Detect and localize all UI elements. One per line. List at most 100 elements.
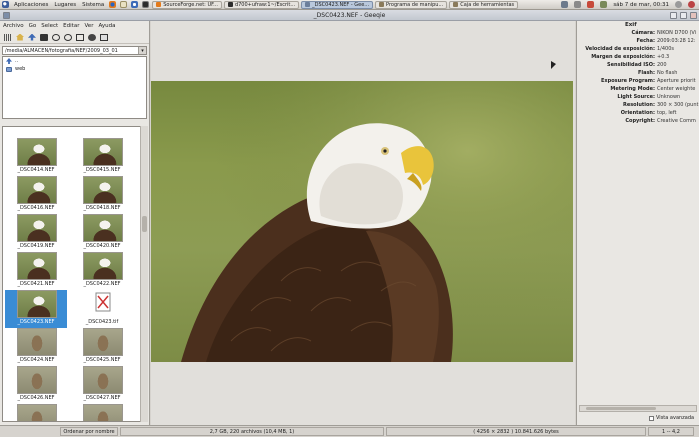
- sort-label: Ordenar por nombre: [63, 429, 115, 435]
- mail-launcher-icon[interactable]: [120, 1, 128, 8]
- thumbnail-item[interactable]: _DSC0428.NEF: [5, 404, 67, 421]
- exif-row: Exposure Program: Aperture priorit: [577, 77, 699, 85]
- status-count-text: 2,7 GB, 220 archivos (10,4 MB, 1): [209, 429, 295, 435]
- thumbnail-item[interactable]: _DSC0425.NEF: [71, 328, 133, 366]
- help-launcher-icon[interactable]: [131, 1, 139, 8]
- thumbnail-item[interactable]: _DSC0429.NEF: [71, 404, 133, 421]
- thumbnail-item[interactable]: _DSC0419.NEF: [5, 214, 67, 252]
- exif-row: Metering Mode: Center weighte: [577, 85, 699, 93]
- vista-avanzada-label: Vista avanzada: [656, 415, 695, 421]
- zoom-in-icon[interactable]: [52, 33, 60, 41]
- scrollbar-thumb[interactable]: [142, 216, 147, 232]
- checkbox-box[interactable]: [649, 415, 654, 421]
- exif-row: Flash: No flash: [577, 69, 699, 77]
- update-icon[interactable]: [587, 1, 595, 8]
- scrollbar-thumb[interactable]: [586, 407, 656, 410]
- thumbnail-label: _DSC0419.NEF: [17, 243, 55, 249]
- dir-item-web[interactable]: web: [3, 65, 146, 73]
- exif-key: Flash:: [637, 70, 655, 76]
- home-icon[interactable]: [16, 33, 24, 41]
- power-icon[interactable]: [600, 1, 608, 8]
- network-icon[interactable]: [561, 1, 569, 8]
- exif-row: Sensibilidad ISO: 200: [577, 61, 699, 69]
- task-toolbox[interactable]: Caja de herramientas: [449, 0, 519, 9]
- path-text: /media/ALMACEN/fotografia/NEF/2009_03_01: [5, 48, 118, 54]
- thumbnail-item[interactable]: _DSC0416.NEF: [5, 176, 67, 214]
- menu-sistema[interactable]: Sistema: [79, 2, 107, 8]
- thumbnail-item[interactable]: _DSC0424.NEF: [5, 328, 67, 366]
- volume-icon[interactable]: [574, 1, 582, 8]
- thumbnail-image: [17, 366, 57, 394]
- zoom-out-icon[interactable]: [64, 33, 72, 41]
- menu-lugares[interactable]: Lugares: [51, 2, 79, 8]
- status-zoom-text: 1 -- 4,2: [662, 429, 680, 435]
- firefox-launcher-icon[interactable]: [109, 1, 117, 8]
- menu-aplicaciones[interactable]: Aplicaciones: [11, 2, 51, 8]
- thumbnail-item[interactable]: _DSC0427.NEF: [71, 366, 133, 404]
- thumbnails-toggle-icon[interactable]: [4, 33, 12, 41]
- main-photo-eagle[interactable]: [151, 81, 573, 362]
- window-titlebar[interactable]: _DSC0423.NEF - Geeqie: [0, 10, 699, 21]
- thumbnail-item[interactable]: _DSC0418.NEF: [71, 176, 133, 214]
- directory-list[interactable]: .. web: [2, 56, 147, 119]
- exif-key: Copyright:: [625, 118, 655, 124]
- gimp-icon: [379, 2, 385, 7]
- thumbnail-image: [83, 176, 123, 204]
- firefox-icon: [156, 2, 162, 7]
- thumbnail-grid[interactable]: _DSC0414.NEF _DSC0415.NEF _DSC0416.NEF _DSC…: [2, 126, 148, 422]
- sort-button[interactable]: Ordenar por nombre: [60, 427, 118, 436]
- exif-value: 300 × 300 (punt: [657, 102, 699, 108]
- thumbnail-image: [17, 252, 57, 280]
- vista-avanzada-checkbox[interactable]: Vista avanzada: [649, 415, 694, 421]
- exif-value: Center weighte: [657, 86, 696, 92]
- task-terminal[interactable]: d700+ufraw:1~/Escrit...: [223, 0, 300, 9]
- terminal-launcher-icon[interactable]: [142, 1, 150, 8]
- menu-editar[interactable]: Editar: [63, 23, 79, 29]
- close-button[interactable]: [690, 12, 697, 19]
- exif-header: Exif: [625, 22, 637, 28]
- menu-ayuda[interactable]: Ayuda: [98, 23, 115, 29]
- thumbnail-item[interactable]: _DSC0426.NEF: [5, 366, 67, 404]
- menu-archivo[interactable]: Archivo: [3, 23, 24, 29]
- clock[interactable]: sáb 7 de mar, 00:31: [611, 2, 671, 8]
- thumbnail-item[interactable]: _DSC0422.NEF: [71, 252, 133, 290]
- exif-row: Margen de exposición: +0.3: [577, 53, 699, 61]
- dir-item-parent[interactable]: ..: [3, 57, 146, 65]
- thumbnail-item[interactable]: _DSC0414.NEF: [5, 138, 67, 176]
- thumbnail-scrollbar[interactable]: [140, 126, 148, 422]
- task-gimp[interactable]: Programa de manipu...: [375, 0, 448, 9]
- shutdown-icon[interactable]: [688, 1, 695, 8]
- thumbnail-label: _DSC0422.NEF: [83, 281, 121, 287]
- preferences-icon[interactable]: [88, 33, 96, 41]
- exif-key: Fecha:: [636, 38, 655, 44]
- path-combo[interactable]: /media/ALMACEN/fotografia/NEF/2009_03_01…: [2, 46, 147, 55]
- thumbnail-item[interactable]: _DSC0421.NEF: [5, 252, 67, 290]
- folder-icon[interactable]: [40, 33, 48, 41]
- thumbnail-item[interactable]: _DSC0423.tif: [71, 290, 133, 328]
- fullscreen-icon[interactable]: [100, 33, 108, 41]
- exif-row: Cámara: NIKON D700 (Vi: [577, 29, 699, 37]
- dir-name: web: [15, 66, 26, 72]
- exif-key: Metering Mode:: [610, 86, 655, 92]
- up-icon[interactable]: [28, 33, 36, 41]
- gnome-foot-icon[interactable]: [2, 1, 9, 8]
- thumbnail-item[interactable]: _DSC0415.NEF: [71, 138, 133, 176]
- menu-go[interactable]: Go: [29, 23, 37, 29]
- exif-row: Light Source: Unknown: [577, 93, 699, 101]
- minimize-button[interactable]: [670, 12, 677, 19]
- user-icon[interactable]: [675, 1, 682, 8]
- menu-ver[interactable]: Ver: [84, 23, 93, 29]
- exif-row: Fecha: 2009:03:28 12:: [577, 37, 699, 45]
- exif-scrollbar[interactable]: [579, 405, 697, 412]
- task-sourceforge[interactable]: SourceForge.net: UF...: [152, 0, 222, 9]
- window-menu-icon[interactable]: [3, 12, 10, 19]
- exif-key: Resolution:: [622, 102, 655, 108]
- maximize-button[interactable]: [680, 12, 687, 19]
- image-view[interactable]: [151, 21, 575, 425]
- menu-select[interactable]: Select: [41, 23, 58, 29]
- zoom-fit-icon[interactable]: [76, 33, 84, 41]
- task-geeqie[interactable]: _DSC0423.NEF - Gee...: [301, 0, 374, 9]
- thumbnail-item[interactable]: _DSC0420.NEF: [71, 214, 133, 252]
- thumbnail-item[interactable]: _DSC0423.NEF: [5, 290, 67, 328]
- chevron-down-icon[interactable]: ▾: [138, 47, 146, 54]
